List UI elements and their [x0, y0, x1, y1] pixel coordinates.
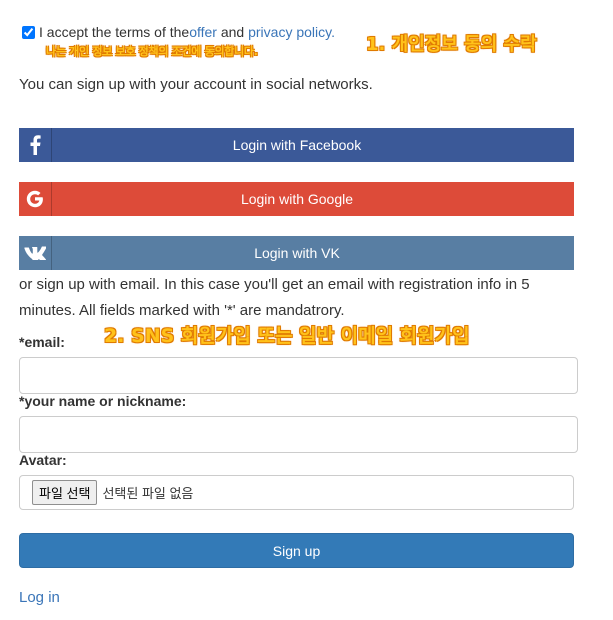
terms-annotation: 나는 개인 정보 보호 정책의 조건에 동의합니다. [46, 45, 258, 58]
vk-login-button[interactable]: Login with VK [19, 236, 574, 270]
avatar-label: Avatar: [19, 452, 67, 468]
social-intro-text: You can sign up with your account in soc… [19, 76, 373, 93]
log-in-link[interactable]: Log in [19, 589, 60, 606]
avatar-file-input[interactable]: 파일 선택 선택된 파일 없음 [19, 475, 574, 510]
google-login-label: Login with Google [240, 191, 354, 207]
vk-icon [19, 236, 52, 270]
step2-annotation: 2. SNS 회원가입 또는 일반 이메일 회원가입 [104, 325, 470, 347]
name-label: *your name or nickname: [19, 393, 187, 409]
google-login-button[interactable]: Login with Google [19, 182, 574, 216]
name-field[interactable] [19, 416, 578, 453]
terms-middle-text: and [216, 24, 249, 40]
email-signup-intro-text: or sign up with email. In this case you'… [19, 276, 530, 319]
sign-up-button[interactable]: Sign up [19, 533, 574, 568]
terms-row: I accept the terms of the offer and priv… [22, 24, 335, 40]
offer-link[interactable]: offer [189, 24, 217, 40]
facebook-login-label: Login with Facebook [232, 137, 362, 153]
privacy-policy-link[interactable]: privacy policy. [248, 24, 335, 40]
facebook-login-button[interactable]: Login with Facebook [19, 128, 574, 162]
google-icon [19, 182, 52, 216]
step1-annotation: 1. 개인정보 동의 수락 [366, 34, 537, 55]
choose-file-button[interactable]: 파일 선택 [32, 480, 98, 505]
vk-login-label: Login with VK [254, 245, 340, 261]
terms-checkbox[interactable] [22, 25, 35, 39]
terms-prefix-text: I accept the terms of the [39, 24, 190, 40]
email-label: *email: [19, 334, 65, 350]
email-field[interactable] [19, 357, 578, 394]
file-status-text: 선택된 파일 없음 [102, 486, 194, 501]
facebook-icon [19, 128, 52, 162]
